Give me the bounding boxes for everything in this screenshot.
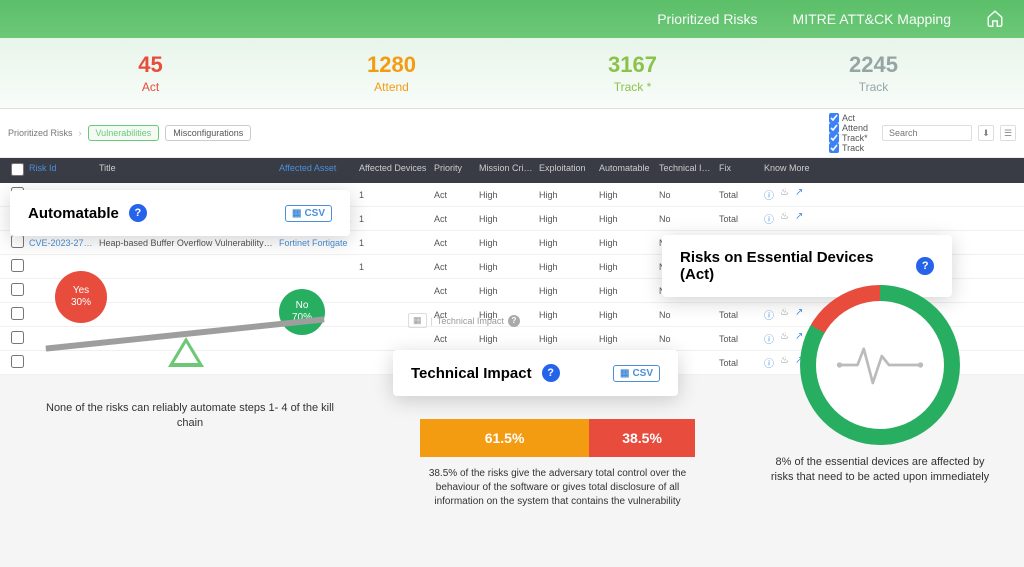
export-csv-button[interactable]: ▦ CSV [613,365,660,382]
column-header[interactable]: Risk Id [26,163,96,178]
filter-checkbox[interactable]: Act [829,113,868,123]
open-icon[interactable]: ↗ [795,211,803,226]
filter-checkbox[interactable]: Track* [829,133,868,143]
column-header[interactable]: Mission Critical [476,163,536,178]
column-header[interactable]: Know More [761,163,816,178]
tab-vulnerabilities[interactable]: Vulnerabilities [88,125,160,141]
summary-card[interactable]: 1280Attend [271,52,512,94]
help-icon[interactable]: ? [508,315,520,327]
open-icon[interactable]: ↗ [795,187,803,202]
technical-caption: 38.5% of the risks give the adversary to… [420,467,695,509]
column-header[interactable] [8,163,26,178]
technical-title: Technical Impact [411,365,532,382]
top-nav: Prioritized Risks MITRE ATT&CK Mapping [0,0,1024,38]
fire-icon[interactable]: ♨ [780,211,789,226]
nav-prioritized-risks[interactable]: Prioritized Risks [657,11,757,27]
column-header[interactable]: Affected Devices [356,163,431,178]
row-checkbox[interactable] [11,283,24,296]
no-ball: No70% [279,289,325,335]
breadcrumb: Prioritized Risks [8,128,73,138]
filter-checkbox[interactable]: Track [829,143,868,153]
nav-mitre-mapping[interactable]: MITRE ATT&CK Mapping [793,11,951,27]
help-icon[interactable]: ? [542,364,560,382]
automatable-chart: Yes30% No70% None of the risks can relia… [40,245,340,432]
essential-title: Risks on Essential Devices (Act) [680,249,906,283]
search-input[interactable] [882,125,972,141]
help-icon[interactable]: ? [129,204,147,222]
row-checkbox[interactable] [11,259,24,272]
fire-icon[interactable]: ♨ [780,187,789,202]
automatable-card-header: Automatable ? ▦ CSV [10,190,350,236]
help-icon[interactable]: ? [916,257,934,275]
summary-bar: 45Act1280Attend3167Track *2245Track [0,38,1024,109]
technical-impact-card: Technical Impact ? ▦ CSV [393,350,678,396]
grid-icon[interactable]: ▦ [408,313,427,328]
column-header[interactable]: Exploitation [536,163,596,178]
column-header[interactable]: Priority [431,163,476,178]
sub-toolbar: ▦ | Technical Impact ? [408,313,520,328]
essential-caption: 8% of the essential devices are affected… [770,455,990,486]
table-header: Risk IdTitleAffected AssetAffected Devic… [0,158,1024,183]
info-icon[interactable]: ⓘ [764,211,774,226]
technical-impact-chart: 61.5% 38.5% 38.5% of the risks give the … [420,405,695,509]
tab-misconfigurations[interactable]: Misconfigurations [165,125,251,141]
home-icon[interactable] [986,9,1004,30]
row-checkbox[interactable] [11,307,24,320]
column-header[interactable]: Title [96,163,276,178]
summary-card[interactable]: 45Act [30,52,271,94]
partial-segment: 61.5% [420,419,589,457]
table-toolbar: Prioritized Risks › Vulnerabilities Misc… [0,109,1024,158]
column-header[interactable]: Automatable [596,163,656,178]
summary-card[interactable]: 3167Track * [512,52,753,94]
filter-checkbox[interactable]: Attend [829,123,868,133]
row-checkbox[interactable] [11,235,24,248]
download-icon[interactable]: ⬇ [978,125,994,141]
essential-donut-chart: 8% of the essential devices are affected… [770,285,990,486]
columns-icon[interactable]: ☰ [1000,125,1016,141]
pulse-icon [835,330,925,400]
column-header[interactable]: Affected Asset [276,163,356,178]
total-segment: 38.5% [589,419,695,457]
summary-card[interactable]: 2245Track [753,52,994,94]
row-checkbox[interactable] [11,355,24,368]
yes-ball: Yes30% [55,271,107,323]
column-header[interactable]: Technical Im... [656,163,716,178]
column-header[interactable]: Fix [716,163,761,178]
info-icon[interactable]: ⓘ [764,187,774,202]
automatable-caption: None of the risks can reliably automate … [40,401,340,432]
select-all-checkbox[interactable] [11,163,24,176]
automatable-title: Automatable [28,205,119,222]
row-checkbox[interactable] [11,331,24,344]
export-csv-button[interactable]: ▦ CSV [285,205,332,222]
